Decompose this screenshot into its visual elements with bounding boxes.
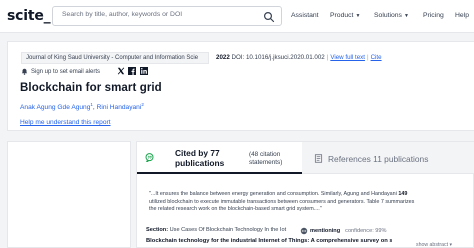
author-link[interactable]: Rini Handayani2 — [97, 102, 144, 111]
citation-section: Section: Use Cases Of Blockchain Technol… — [146, 227, 287, 233]
nav-product-label: Product — [330, 12, 354, 19]
mentioning-icon — [300, 227, 308, 235]
citation-ref-number: 149 — [398, 191, 408, 197]
help-understand-link[interactable]: Help me understand this report — [20, 119, 111, 126]
linkedin-icon[interactable] — [140, 67, 148, 75]
chevron-down-icon: ▼ — [355, 13, 361, 19]
citation-statements-count: (48 citation statements) — [249, 151, 283, 166]
search-icon[interactable] — [263, 11, 275, 23]
publication-year: 2022 — [216, 54, 230, 61]
document-icon — [314, 154, 323, 163]
citing-publication-title[interactable]: Blockchain technology for the industrial… — [146, 238, 392, 244]
email-alerts-signup[interactable]: Sign up to set email alerts — [21, 68, 100, 75]
show-abstract-toggle[interactable]: show abstract ▾ — [416, 242, 452, 248]
nav-solutions[interactable]: Solutions ▼ — [374, 12, 409, 19]
article-title: Blockchain for smart grid — [20, 82, 162, 94]
tab-cited-by[interactable]: Cited by 77 publications (48 citation st… — [137, 142, 302, 174]
nav-help[interactable]: Help — [455, 12, 469, 19]
chevron-down-icon: ▼ — [403, 13, 409, 19]
cited-by-label: Cited by 77 publications — [175, 148, 225, 168]
confidence-value: confidence: 99% — [345, 228, 387, 234]
nav-solutions-label: Solutions — [374, 12, 402, 19]
citation-snippet: "...It ensures the balance between energ… — [149, 191, 415, 213]
view-full-text-link[interactable]: View full text — [330, 54, 365, 61]
nav-assistant[interactable]: Assistant — [291, 12, 319, 19]
nav-pricing[interactable]: Pricing — [423, 12, 444, 19]
references-label: References 11 publications — [328, 154, 429, 164]
mention-badge: mentioning confidence: 99% — [300, 227, 387, 235]
nav-product[interactable]: Product ▼ — [330, 12, 360, 19]
side-panel — [7, 141, 131, 248]
search-input[interactable]: Search by title, author, keywords or DOI — [62, 11, 182, 18]
journal-name[interactable]: Journal of King Saud University - Comput… — [21, 52, 209, 64]
site-logo[interactable]: scite_ — [7, 8, 51, 24]
doi: DOI: 10.1016/j.jksuci.2020.01.002 — [231, 54, 325, 61]
facebook-icon[interactable] — [128, 67, 136, 75]
top-navigation: scite_ Search by title, author, keywords… — [0, 0, 474, 33]
tab-references[interactable]: References 11 publications — [302, 142, 474, 174]
signup-label: Sign up to set email alerts — [31, 68, 101, 75]
chevron-down-icon: ▾ — [449, 242, 453, 248]
divider: | — [366, 54, 369, 61]
author-list: Anak Agung Gde Agung1, Rini Handayani2 — [20, 102, 144, 112]
bell-icon — [21, 68, 28, 75]
mention-label: mentioning — [310, 228, 341, 234]
quote-bubble-icon — [145, 153, 154, 162]
cite-link[interactable]: Cite — [371, 54, 382, 61]
divider: | — [326, 54, 329, 61]
article-card: Journal of King Saud University - Comput… — [7, 41, 474, 131]
article-meta: 2022 DOI: 10.1016/j.jksuci.2020.01.002 | V… — [216, 54, 382, 61]
twitter-icon[interactable] — [117, 67, 125, 75]
search-box[interactable]: Search by title, author, keywords or DOI — [52, 6, 282, 26]
author-link[interactable]: Anak Agung Gde Agung1 — [20, 102, 93, 111]
